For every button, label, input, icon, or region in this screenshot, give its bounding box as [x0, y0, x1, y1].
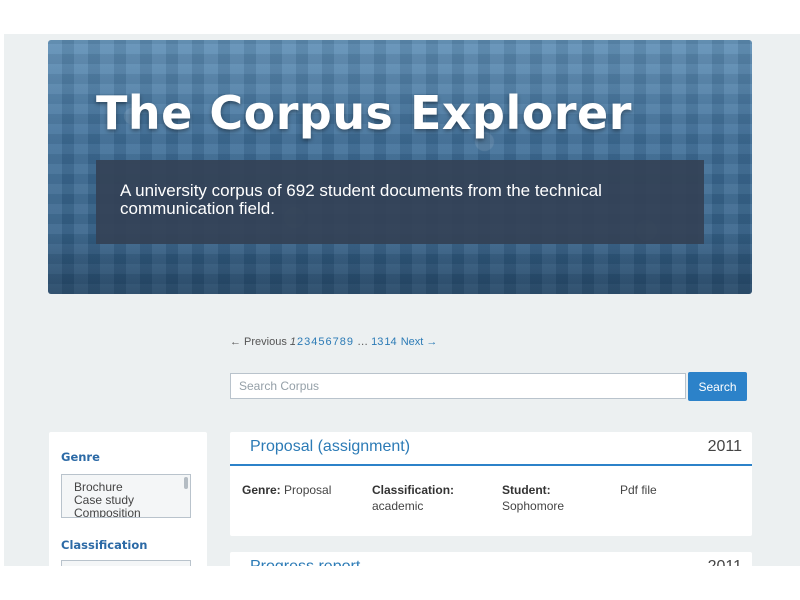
- pagination-page-13[interactable]: 13: [371, 336, 383, 348]
- pagination-page-8[interactable]: 8: [340, 336, 346, 348]
- pagination-page-6[interactable]: 6: [326, 336, 332, 348]
- classification-listbox[interactable]: [61, 560, 191, 566]
- result-header: Progress report 2011: [230, 552, 752, 566]
- pagination-page-3[interactable]: 3: [304, 336, 310, 348]
- result-genre: Genre: Proposal: [242, 482, 331, 498]
- genre-label: Genre:: [242, 483, 281, 497]
- classification-label: Classification:: [372, 483, 455, 497]
- pagination-ellipsis: …: [357, 336, 369, 348]
- pagination-previous: ← Previous: [230, 336, 287, 348]
- result-year: 2011: [707, 438, 742, 455]
- student-value: Sophomore: [502, 499, 565, 513]
- result-title-link[interactable]: Proposal (assignment): [250, 438, 410, 456]
- pagination-next[interactable]: Next →: [401, 336, 438, 348]
- pdf-file-link[interactable]: Pdf file: [620, 483, 657, 497]
- genre-option[interactable]: Composition: [74, 507, 178, 518]
- result-student: Student: Sophomore: [502, 482, 564, 514]
- filter-sidebar: Genre Brochure Case study Composition Cl…: [49, 432, 207, 566]
- student-label: Student:: [502, 483, 551, 497]
- search-input[interactable]: [230, 373, 686, 399]
- pagination: ← Previous 123456789 … 1314 Next →: [230, 336, 438, 348]
- classification-facet-title: Classification: [61, 538, 148, 552]
- result-classification: Classification: academic: [372, 482, 454, 514]
- genre-facet-title: Genre: [61, 450, 100, 464]
- result-card: Progress report 2011: [230, 552, 752, 566]
- result-card: Proposal (assignment) 2011 Genre: Propos…: [230, 432, 752, 536]
- hero-description: A university corpus of 692 student docum…: [120, 181, 602, 218]
- result-title-link[interactable]: Progress report: [250, 558, 360, 566]
- pagination-page-14[interactable]: 14: [384, 336, 396, 348]
- pagination-page-4[interactable]: 4: [311, 336, 317, 348]
- search-button[interactable]: Search: [688, 372, 747, 401]
- pagination-page-9[interactable]: 9: [347, 336, 353, 348]
- genre-listbox[interactable]: Brochure Case study Composition: [61, 474, 191, 518]
- hero-description-box: A university corpus of 692 student docum…: [96, 160, 704, 244]
- pagination-page-5[interactable]: 5: [318, 336, 324, 348]
- classification-value: academic: [372, 499, 424, 513]
- pagination-page-2[interactable]: 2: [297, 336, 303, 348]
- genre-value: Proposal: [284, 483, 332, 497]
- pagination-page-7[interactable]: 7: [333, 336, 339, 348]
- page-viewport: The Corpus Explorer A university corpus …: [4, 34, 800, 566]
- result-file: Pdf file: [620, 482, 657, 498]
- page-title: The Corpus Explorer: [96, 86, 632, 140]
- pagination-current-page: 1: [289, 336, 297, 348]
- result-header: Proposal (assignment) 2011: [230, 432, 752, 466]
- result-year: 2011: [708, 558, 742, 566]
- hero-banner: The Corpus Explorer A university corpus …: [48, 40, 752, 294]
- result-metadata: Genre: Proposal Classification: academic…: [230, 466, 752, 536]
- listbox-scrollbar[interactable]: [184, 477, 188, 489]
